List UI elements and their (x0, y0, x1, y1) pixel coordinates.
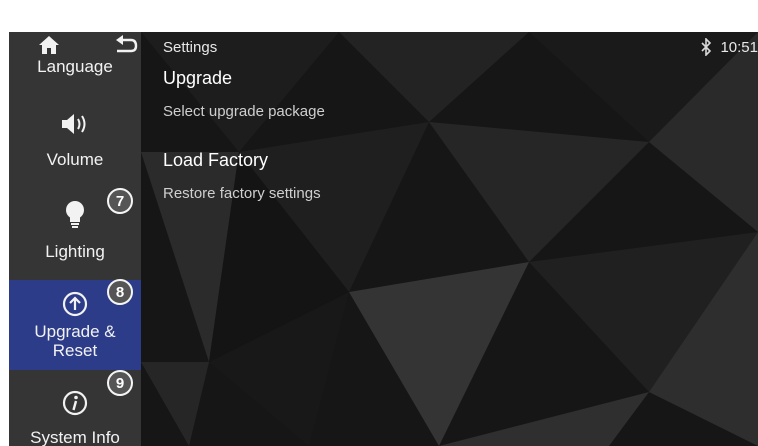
option-title: Upgrade (163, 68, 233, 88)
info-icon (59, 387, 91, 419)
status-bar: 10:51 (700, 38, 758, 56)
sidebar-item-label: Lighting (45, 242, 105, 261)
option-subtitle: Restore factory settings (163, 185, 321, 202)
sidebar-item-label: System Info (30, 428, 120, 446)
option-load-factory[interactable]: Load Factory Restore factory settings (163, 150, 321, 202)
option-title: Load Factory (163, 150, 269, 170)
speaker-icon (59, 108, 91, 140)
clock-time: 10:51 (720, 38, 758, 56)
back-arrow-icon (116, 35, 138, 53)
sidebar-item-volume[interactable]: Volume (9, 88, 141, 178)
callout-badge: 8 (107, 279, 133, 305)
lightbulb-icon (59, 198, 91, 230)
option-upgrade[interactable]: Upgrade Select upgrade package (163, 68, 325, 120)
sidebar-item-label: Volume (46, 150, 104, 169)
callout-badge: 9 (107, 370, 133, 396)
sidebar-item-label: Upgrade & Reset (34, 322, 116, 360)
back-button[interactable] (113, 34, 139, 56)
sidebar-item-label: Language (37, 57, 113, 76)
home-button[interactable] (37, 34, 61, 56)
callout-badge: 7 (107, 188, 133, 214)
home-icon (39, 36, 59, 54)
upload-circle-icon (59, 288, 91, 320)
option-subtitle: Select upgrade package (163, 103, 325, 120)
page-title: Settings (163, 39, 218, 56)
bluetooth-icon (701, 38, 712, 56)
